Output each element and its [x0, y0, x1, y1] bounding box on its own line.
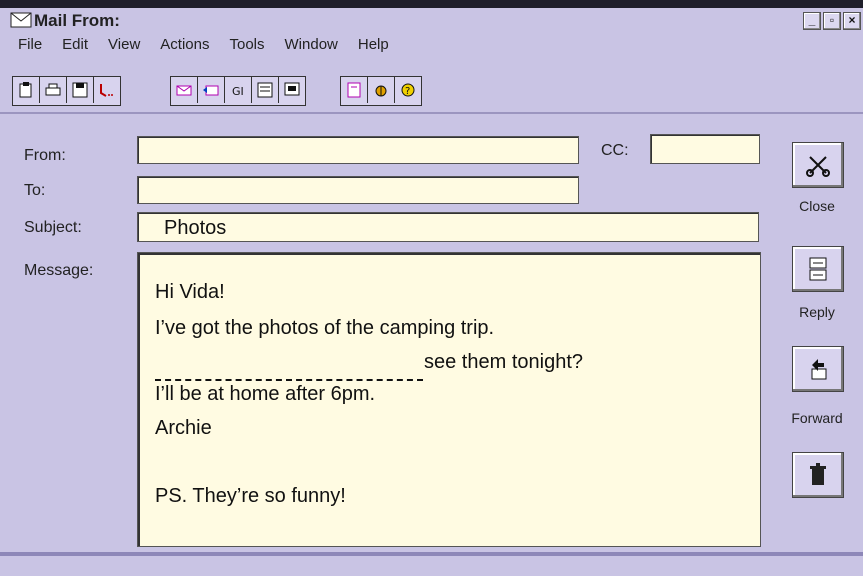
window-icon[interactable] [279, 77, 305, 103]
to-field[interactable] [137, 176, 579, 204]
menu-tools[interactable]: Tools [219, 36, 274, 58]
cc-field[interactable] [650, 134, 760, 164]
message-body[interactable]: Hi Vida! I’ve got the photos of the camp… [137, 252, 761, 547]
close-button[interactable] [792, 142, 844, 188]
subject-field[interactable]: Photos [137, 212, 759, 242]
cc-label: CC: [601, 142, 629, 159]
forward-icon [811, 359, 827, 380]
from-label: From: [24, 147, 66, 164]
menu-view[interactable]: View [98, 36, 150, 58]
receive-icon[interactable] [198, 77, 225, 103]
menu-actions[interactable]: Actions [150, 36, 219, 58]
address-icon[interactable]: GI [225, 77, 252, 103]
subject-label: Subject: [24, 219, 82, 236]
toolbar-separator [0, 112, 863, 114]
message-line-4: I’ll be at home after 6pm. [155, 383, 376, 405]
toolbar-group-tools: ? [340, 76, 422, 106]
new-icon[interactable] [13, 77, 40, 103]
message-label: Message: [24, 262, 94, 279]
close-window-button[interactable]: × [843, 12, 861, 30]
minimize-button[interactable]: _ [803, 12, 821, 30]
reply-icon [809, 257, 827, 281]
maximize-button[interactable]: ▫ [823, 12, 841, 30]
status-bar [0, 556, 863, 576]
message-line-5: Archie [155, 417, 212, 439]
reply-label: Reply [799, 304, 835, 320]
save-icon[interactable] [67, 77, 94, 103]
svg-text:?: ? [405, 86, 410, 97]
menu-file[interactable]: File [14, 36, 52, 58]
subject-value: Photos [164, 217, 227, 239]
voice-icon[interactable] [94, 77, 120, 103]
attach-icon[interactable] [252, 77, 279, 103]
toolbar-group-file [12, 76, 121, 106]
trash-icon [810, 463, 826, 485]
forward-label: Forward [791, 410, 843, 426]
toolbar-group-mail: GI [170, 76, 306, 106]
menu-edit[interactable]: Edit [52, 36, 98, 58]
delete-button[interactable] [792, 452, 844, 498]
close-label: Close [799, 198, 835, 214]
bug-icon[interactable] [368, 77, 395, 103]
menu-help[interactable]: Help [348, 36, 399, 58]
menu-window[interactable]: Window [275, 36, 348, 58]
mail-window-icon [10, 12, 32, 28]
help-icon[interactable]: ? [395, 77, 421, 103]
from-field[interactable] [137, 136, 579, 164]
reply-button[interactable] [792, 246, 844, 292]
message-line-6: PS. They’re so funny! [155, 485, 346, 507]
title-bar: Mail From: _ ▫ × [0, 8, 863, 34]
message-line-2: I’ve got the photos of the camping trip. [155, 317, 495, 339]
fill-in-blank [155, 379, 423, 381]
message-line-3: see them tonight? [424, 351, 583, 373]
menu-bar: File Edit View Actions Tools Window Help [14, 36, 399, 58]
window-controls: _ ▫ × [803, 12, 861, 30]
window-title: Mail From: [34, 11, 120, 30]
message-line-1: Hi Vida! [155, 281, 225, 303]
to-label: To: [24, 182, 46, 199]
book-icon[interactable] [341, 77, 368, 103]
toolbar: GI ? [0, 72, 863, 112]
forward-button[interactable] [792, 346, 844, 392]
send-icon[interactable] [171, 77, 198, 103]
print-icon[interactable] [40, 77, 67, 103]
top-edge [0, 0, 863, 8]
scissors-icon [806, 156, 830, 177]
svg-text:GI: GI [232, 85, 244, 98]
